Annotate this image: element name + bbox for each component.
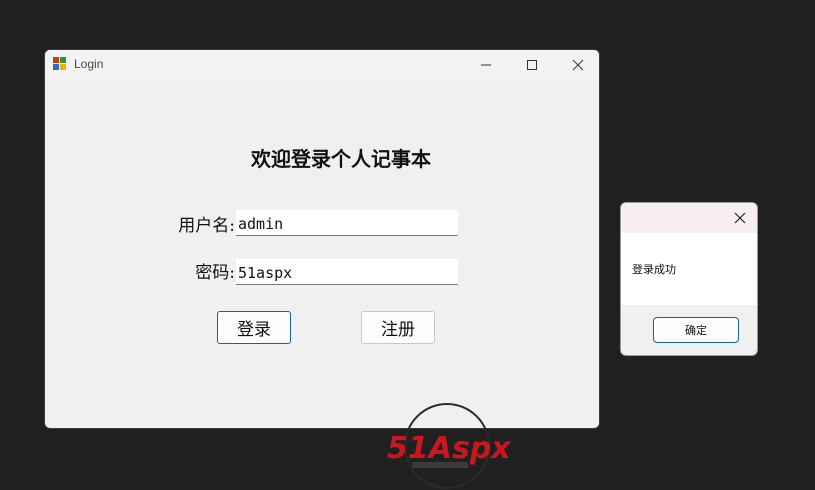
window-title: Login (74, 57, 104, 71)
close-icon (572, 59, 584, 71)
password-label: 密码: (195, 263, 235, 283)
login-button[interactable]: 登录 (217, 311, 291, 344)
dialog-body: 登录成功 (621, 233, 757, 305)
dialog-close-button[interactable] (725, 203, 755, 233)
watermark-text: 51Aspx (387, 431, 512, 466)
dialog-title-bar[interactable] (621, 203, 757, 233)
dialog-message: 登录成功 (632, 264, 676, 276)
login-window: Login 欢迎登录个人记事本 用户名: 密码: 登录 注册 (44, 49, 600, 429)
password-input[interactable] (236, 259, 458, 285)
ok-button[interactable]: 确定 (653, 317, 739, 343)
minimize-button[interactable] (463, 50, 509, 80)
close-icon (734, 212, 746, 224)
title-bar[interactable]: Login (45, 50, 599, 80)
app-icon (53, 57, 66, 70)
watermark-logo: 51Aspx (387, 403, 512, 489)
maximize-icon (527, 60, 537, 70)
register-button[interactable]: 注册 (361, 311, 435, 344)
maximize-button[interactable] (509, 50, 555, 80)
page-title: 欢迎登录个人记事本 (251, 147, 431, 171)
username-input[interactable] (236, 210, 458, 236)
minimize-icon (481, 64, 491, 66)
message-dialog: 登录成功 确定 (620, 202, 758, 356)
close-button[interactable] (555, 50, 599, 80)
username-label: 用户名: (178, 216, 235, 236)
